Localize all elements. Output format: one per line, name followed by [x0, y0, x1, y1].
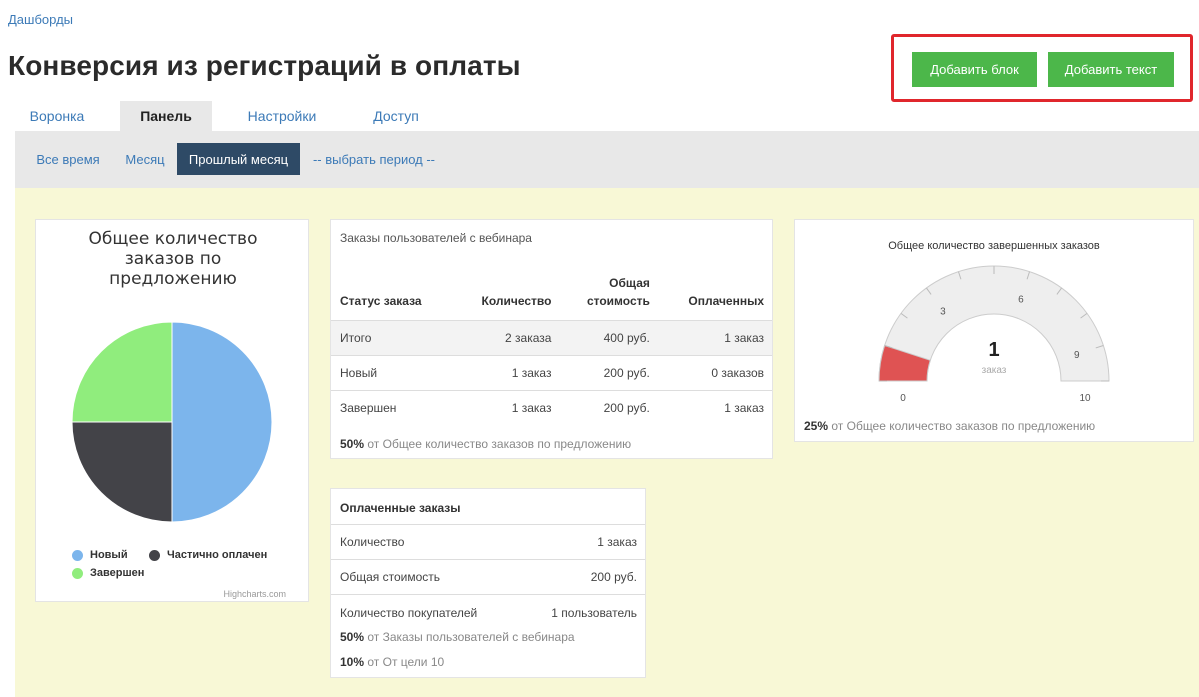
pie-slice[interactable] — [71, 421, 173, 523]
gauge-footnote: 25% от Общее количество заказов по предл… — [804, 419, 1095, 433]
column-header: Оплаченных — [657, 259, 772, 321]
paid-footnote: 50% от Заказы пользователей с вебинара — [340, 630, 575, 644]
gauge-widget[interactable]: Общее количество завершенных заказов 036… — [794, 219, 1194, 442]
column-header: Количество — [452, 259, 560, 321]
add-block-button[interactable]: Добавить блок — [912, 52, 1037, 87]
orders-table: Статус заказа Количество Общая стоимость… — [331, 259, 772, 425]
period-all-time[interactable]: Все время — [28, 143, 108, 175]
footnote-percent: 25% — [804, 419, 829, 433]
table-cell: 1 заказ — [724, 400, 764, 415]
table-row: Завершен 1 заказ 200 руб. 1 заказ — [331, 390, 772, 425]
legend-dot — [72, 567, 83, 579]
footnote-text: от Общее количество заказов по предложен… — [828, 419, 1096, 433]
table-cell: Итого — [331, 320, 453, 356]
gauge-value-label: 1 — [988, 339, 999, 361]
paid-row-label: Количество — [340, 535, 405, 549]
period-last-month[interactable]: Прошлый месяц — [177, 143, 300, 175]
table-cell: 1 заказ — [452, 355, 560, 391]
footnote-text: от Общее количество заказов по предложен… — [364, 437, 632, 451]
gauge-unit-label: заказ — [982, 365, 1007, 376]
orders-footnote: 50% от Общее количество заказов по предл… — [340, 437, 631, 451]
table-cell: Новый — [331, 355, 453, 391]
table-cell: 200 руб. — [603, 400, 650, 415]
legend-label: Новый — [90, 549, 128, 561]
tab-settings[interactable]: Настройки — [238, 101, 326, 131]
tab-funnel[interactable]: Воронка — [16, 101, 98, 131]
breadcrumb[interactable]: Дашборды — [8, 12, 73, 27]
gauge-tick-label: 3 — [940, 307, 946, 318]
footnote-text: от Заказы пользователей с вебинара — [364, 630, 575, 644]
paid-row-value: 200 руб. — [590, 570, 637, 584]
list-item: Общая стоимость 200 руб. — [331, 560, 645, 595]
table-row: Новый 1 заказ 200 руб. 0 заказов — [331, 355, 772, 391]
table-cell: Завершен — [340, 400, 397, 415]
table-cell: 1 заказ — [657, 320, 772, 356]
list-item: Количество 1 заказ — [331, 525, 645, 560]
paid-row-value: 1 заказ — [597, 535, 637, 549]
footnote-percent: 50% — [340, 437, 365, 451]
orders-widget[interactable]: Заказы пользователей с вебинара Статус з… — [330, 219, 773, 459]
pie-widget[interactable]: Общее количество заказов по предложению … — [35, 219, 309, 602]
table-cell: 200 руб. — [559, 355, 658, 391]
gauge-tick-label: 0 — [900, 393, 906, 404]
legend-dot — [149, 549, 160, 561]
table-cell: 0 заказов — [657, 355, 772, 391]
gauge-chart: 0 3 6 9 10 1 заказ — [878, 265, 1110, 404]
period-choose[interactable]: -- выбрать период -- — [309, 143, 439, 175]
gauge-tick-label: 9 — [1074, 350, 1080, 361]
highcharts-credit[interactable]: Highcharts.com — [223, 589, 286, 599]
add-text-button[interactable]: Добавить текст — [1048, 52, 1174, 87]
legend-dot — [72, 549, 83, 561]
footnote-percent: 10% — [340, 655, 365, 669]
gauge-tick-label: 10 — [1079, 393, 1091, 404]
list-item: Количество покупателей 1 пользователь — [331, 595, 645, 630]
orders-caption: Заказы пользователей с вебинара — [340, 231, 532, 245]
column-header: Статус заказа — [331, 259, 453, 321]
pie-slice[interactable] — [171, 321, 273, 523]
legend-label: Частично оплачен — [167, 549, 268, 561]
table-cell: 400 руб. — [559, 320, 658, 356]
table-cell: 1 заказ — [511, 400, 552, 415]
column-header: Общая стоимость — [559, 259, 658, 321]
table-cell: 2 заказа — [452, 320, 560, 356]
tab-panel[interactable]: Панель — [120, 101, 212, 131]
period-month[interactable]: Месяц — [120, 143, 170, 175]
pie-slice[interactable] — [71, 321, 173, 423]
paid-row-value: 1 пользователь — [551, 605, 637, 620]
footnote-text: от От цели 10 — [364, 655, 445, 669]
paid-orders-widget[interactable]: Оплаченные заказы Количество 1 заказ Общ… — [330, 488, 646, 678]
table-header-row: Статус заказа Количество Общая стоимость… — [331, 259, 772, 321]
footnote-percent: 50% — [340, 630, 365, 644]
paid-row-label: Общая стоимость — [340, 570, 440, 584]
column-header-line: стоимость — [586, 293, 650, 308]
tab-access[interactable]: Доступ — [362, 101, 430, 131]
paid-row-label: Количество покупателей — [340, 605, 478, 620]
paid-orders-header: Оплаченные заказы — [331, 489, 645, 525]
legend-partial[interactable]: Частично оплачен — [149, 549, 267, 561]
pie-chart — [71, 321, 273, 523]
table-row: Итого 2 заказа 400 руб. 1 заказ — [331, 320, 772, 356]
legend-label: Завершен — [90, 567, 145, 579]
paid-footnote: 10% от От цели 10 — [340, 655, 444, 669]
page-title: Конверсия из регистраций в оплаты — [8, 50, 521, 81]
legend-done[interactable]: Завершен — [72, 567, 144, 579]
legend-new[interactable]: Новый — [72, 549, 128, 561]
gauge-tick-label: 6 — [1018, 294, 1024, 305]
column-header-line: Общая — [609, 275, 650, 290]
